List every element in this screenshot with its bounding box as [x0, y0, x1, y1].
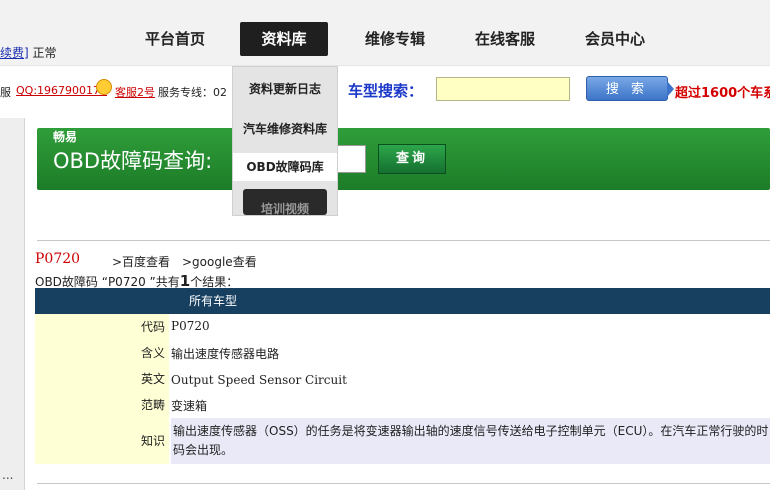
all-models-header: 所有车型: [189, 294, 238, 308]
summary-suffix: 个结果：: [190, 275, 239, 289]
more-dots[interactable]: ...: [2, 468, 13, 482]
service2-link[interactable]: 客服2号: [115, 84, 155, 100]
row-value: 输出速度传感器电路: [171, 347, 280, 361]
table-row: 代码 P0720: [35, 314, 770, 340]
divider: [37, 240, 770, 241]
obd-search-button[interactable]: 查询: [378, 144, 446, 174]
status-text: 正常: [32, 46, 57, 60]
nav-home[interactable]: 平台首页: [134, 22, 216, 56]
result-code-title: P0720: [35, 251, 81, 267]
google-link[interactable]: >google查看: [182, 253, 257, 270]
search-button[interactable]: 搜 索: [586, 76, 674, 101]
vehicle-search-input[interactable]: [436, 77, 570, 101]
dropdown-item-repair-library[interactable]: 汽车维修资料库: [233, 119, 337, 139]
nav-online-service[interactable]: 在线客服: [464, 22, 546, 56]
dropdown-item-obd-library[interactable]: OBD故障码库: [233, 153, 337, 181]
renew-link[interactable]: 续费]: [0, 46, 29, 60]
hotline-text: 服务专线：02: [158, 86, 227, 99]
library-dropdown-menu: 资料更新日志 汽车维修资料库 OBD故障码库 培训视频: [232, 66, 338, 216]
qq-penguin-icon[interactable]: [96, 79, 112, 95]
dropdown-item-training-video[interactable]: 培训视频: [243, 189, 327, 215]
table-row: 知识 输出速度传感器（OSS）的任务是将变速器输出轴的速度信号传送给电子控制单元…: [35, 418, 770, 464]
qq-link[interactable]: QQ:1967900174: [16, 84, 107, 97]
promo-text: 超过1600个车系: [675, 86, 770, 101]
left-sidebar-strip: ...: [0, 118, 25, 490]
nav-member-center[interactable]: 会员中心: [572, 22, 658, 56]
contact-prefix: 服: [0, 86, 11, 99]
nav-library[interactable]: 资料库: [240, 22, 328, 56]
row-label: 代码: [35, 314, 169, 340]
obd-brand: 畅易: [53, 130, 78, 144]
row-label: 含义: [35, 340, 169, 366]
table-row: 英文 Output Speed Sensor Circuit: [35, 366, 770, 392]
row-value: P0720: [171, 319, 210, 333]
row-value: 输出速度传感器（OSS）的任务是将变速器输出轴的速度信号传送给电子控制单元（EC…: [171, 418, 770, 464]
row-label: 范畴: [35, 392, 169, 418]
account-status: 续费] 正常: [0, 44, 57, 61]
dropdown-item-update-log[interactable]: 资料更新日志: [233, 79, 337, 99]
row-value: 变速箱: [171, 399, 208, 413]
vehicle-search-label: 车型搜索：: [348, 82, 424, 100]
table-row: 范畴 变速箱: [35, 392, 770, 418]
baidu-link[interactable]: >百度查看: [112, 253, 170, 270]
row-label: 英文: [35, 366, 169, 392]
row-value: Output Speed Sensor Circuit: [171, 373, 347, 387]
result-table-header: 所有车型: [35, 288, 770, 314]
summary-prefix: OBD故障码 “P0720 ”共有: [35, 275, 180, 289]
nav-repair-album[interactable]: 维修专辑: [352, 22, 438, 56]
obd-title: OBD故障码查询:: [53, 149, 213, 173]
bottom-divider: [37, 483, 770, 484]
table-row: 含义 输出速度传感器电路: [35, 340, 770, 366]
row-label: 知识: [35, 418, 169, 464]
